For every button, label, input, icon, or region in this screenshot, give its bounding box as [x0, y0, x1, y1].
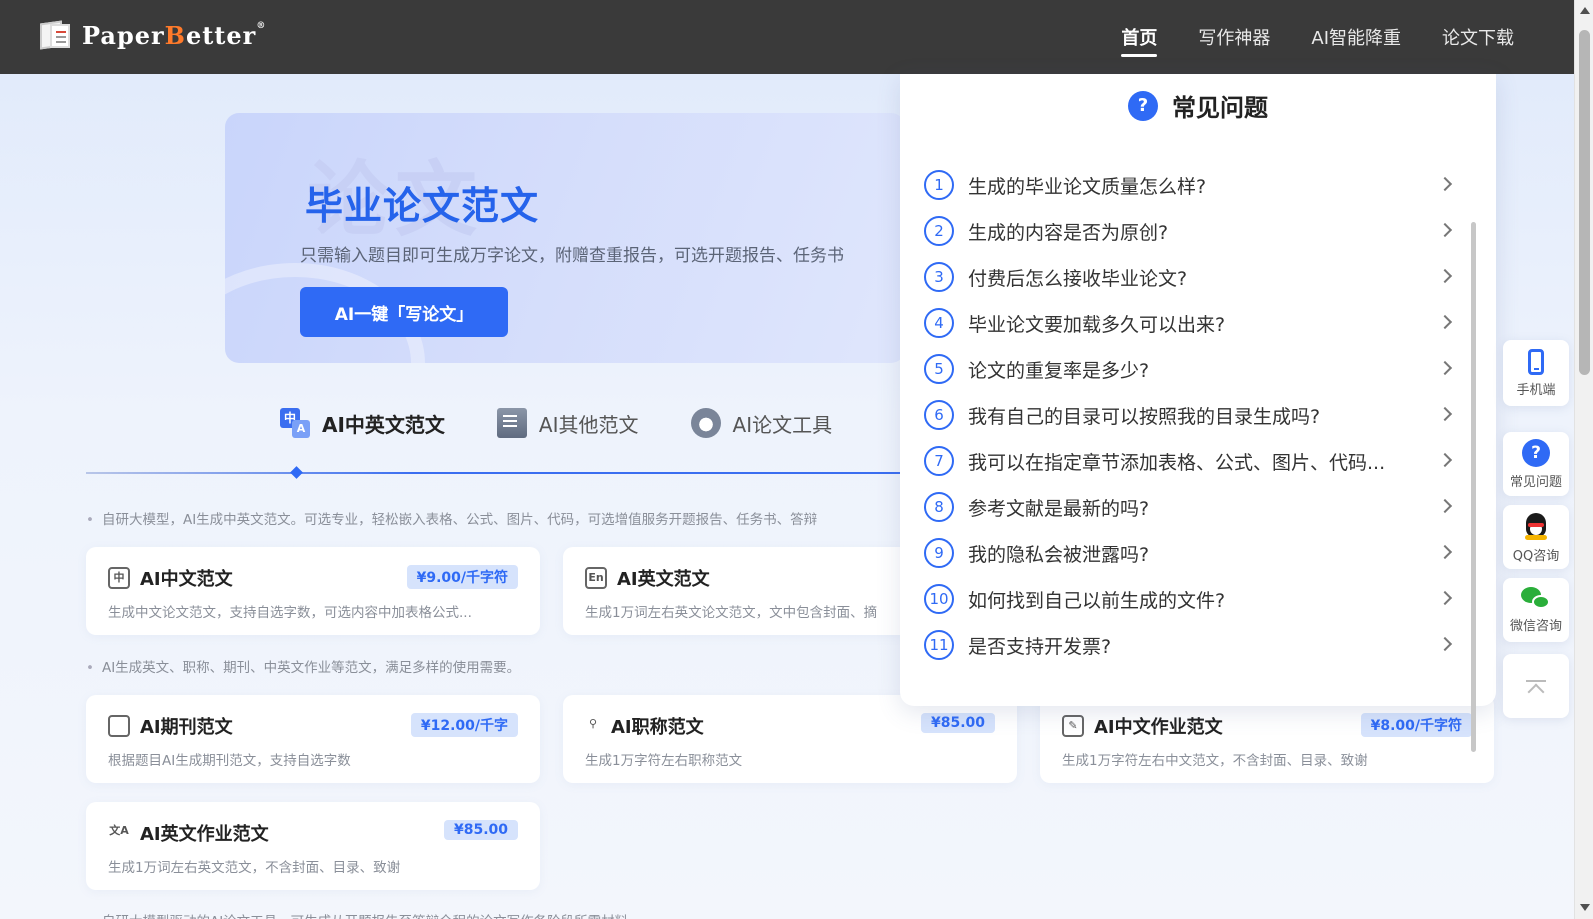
side-mobile[interactable]: 手机端 [1503, 340, 1569, 406]
faq-item[interactable]: 11 是否支持开发票? [924, 622, 1454, 668]
write-paper-button[interactable]: AI一键「写论文」 [300, 287, 508, 337]
back-to-top-button[interactable] [1503, 654, 1569, 718]
main-nav: 首页 写作神器 AI智能降重 论文下载 [1080, 0, 1514, 74]
faq-item[interactable]: 10 如何找到自己以前生成的文件? [924, 576, 1454, 622]
faq-scrollbar[interactable] [1471, 222, 1476, 752]
faq-panel: ? 常见问题 1 生成的毕业论文质量怎么样? 2 生成的内容是否为原创? 3 付费后怎… [900, 74, 1496, 752]
journal-icon [108, 715, 130, 737]
section-note-3: 自研大模型驱动的AI论文工具，可生成从开题报告至答辩全程的论文写作各阶段所需材料… [86, 910, 642, 919]
price-badge: ¥85.00 [443, 820, 518, 840]
tab-other-papers[interactable]: AI其他范文 [496, 408, 639, 438]
chevron-right-icon [1437, 498, 1453, 514]
card-desc: 生成1万字符左右职称范文 [585, 753, 743, 769]
card-title: AI期刊范文 [140, 717, 233, 738]
faq-item[interactable]: 4 毕业论文要加载多久可以出来? [924, 300, 1454, 346]
side-wechat[interactable]: 微信咨询 [1503, 578, 1569, 642]
card-en-paper[interactable]: En AI英文范文 生成1万词左右英文论文范文，文中包含封面、摘 [563, 547, 903, 635]
zh-char-icon: 中 [108, 567, 130, 589]
gear-icon [690, 408, 721, 438]
faq-title: 常见问题 [1172, 94, 1268, 122]
tab-active-indicator [290, 466, 303, 479]
scroll-down-icon[interactable] [1580, 904, 1590, 911]
category-tabs: 中A AI中英文范文 AI其他范文 AI论文工具 [280, 408, 884, 438]
zh-en-icon: 中A [280, 408, 310, 438]
chevron-right-icon [1437, 452, 1453, 468]
brand-logo[interactable]: PaperBetter® [38, 18, 266, 52]
nav-ai-rewrite[interactable]: AI智能降重 [1311, 0, 1401, 74]
faq-item[interactable]: 9 我的隐私会被泄露吗? [924, 530, 1454, 576]
question-icon: ? [1128, 90, 1158, 121]
wechat-icon [1521, 586, 1551, 611]
faq-item[interactable]: 5 论文的重复率是多少? [924, 346, 1454, 392]
price-badge: ¥9.00/千字符 [406, 565, 518, 589]
qq-penguin-icon [1523, 511, 1549, 541]
card-en-homework[interactable]: 文A AI英文作业范文 ¥85.00 生成1万词左右英文范文，不含封面、目录、致谢 [86, 802, 540, 890]
nav-writing-tools[interactable]: 写作神器 [1198, 0, 1270, 74]
translate-icon: 文A [109, 824, 129, 837]
card-title: AI职称范文 [611, 717, 704, 738]
phone-icon [1528, 348, 1544, 375]
tab-underline-track [86, 472, 906, 474]
chevron-right-icon [1437, 222, 1453, 238]
chevron-right-icon [1437, 360, 1453, 376]
tab-label: AI中英文范文 [322, 412, 445, 437]
hero-banner: 论文 毕业论文范文 只需输入题目即可生成万字论文，附赠查重报告，可选开题报告、任… [225, 113, 905, 363]
card-title: AI英文范文 [617, 569, 710, 590]
tab-zh-en-papers[interactable]: 中A AI中英文范文 [280, 408, 445, 438]
chevron-right-icon [1437, 176, 1453, 192]
logo-book-icon [38, 18, 74, 52]
page-scrollbar[interactable] [1574, 0, 1593, 919]
card-desc: 生成1万字符左右中文范文，不含封面、目录、致谢 [1062, 753, 1368, 769]
scroll-up-icon[interactable] [1580, 7, 1590, 14]
faq-item[interactable]: 6 我有自己的目录可以按照我的目录生成吗? [924, 392, 1454, 438]
faq-item[interactable]: 7 我可以在指定章节添加表格、公式、图片、代码... [924, 438, 1454, 484]
chevron-right-icon [1437, 590, 1453, 606]
arrow-up-icon [1526, 680, 1546, 692]
section-note-1: 自研大模型，AI生成中英文范文。可选专业，轻松嵌入表格、公式、图片、代码，可选增… [86, 508, 817, 528]
card-desc: 根据题目AI生成期刊范文，支持自选字数 [108, 753, 351, 769]
section-note-2: AI生成英文、职称、期刊、中英文作业等范文，满足多样的使用需要。 [86, 656, 520, 676]
card-title: AI中文范文 [140, 569, 233, 590]
book-icon [496, 408, 527, 438]
banner-subtitle: 只需输入题目即可生成万字论文，附赠查重报告，可选开题报告、任务书 [300, 246, 844, 266]
help-icon: ? [1522, 438, 1550, 467]
tie-icon: ⚲ [588, 717, 598, 730]
side-qq[interactable]: QQ咨询 [1503, 505, 1569, 569]
card-desc: 生成中文论文范文，支持自选字数，可选内容中加表格公式... [108, 605, 472, 621]
banner-title: 毕业论文范文 [305, 184, 540, 228]
card-journal-paper[interactable]: AI期刊范文 ¥12.00/千字 根据题目AI生成期刊范文，支持自选字数 [86, 695, 540, 783]
tab-label: AI论文工具 [732, 412, 833, 437]
price-badge: ¥12.00/千字 [410, 713, 518, 737]
chevron-right-icon [1437, 314, 1453, 330]
tab-paper-tools[interactable]: AI论文工具 [690, 408, 833, 438]
chevron-right-icon [1437, 406, 1453, 422]
nav-paper-download[interactable]: 论文下载 [1442, 0, 1514, 74]
faq-item[interactable]: 1 生成的毕业论文质量怎么样? [924, 162, 1454, 208]
card-zh-paper[interactable]: 中 AI中文范文 ¥9.00/千字符 生成中文论文范文，支持自选字数，可选内容中加… [86, 547, 540, 635]
faq-item[interactable]: 3 付费后怎么接收毕业论文? [924, 254, 1454, 300]
tab-label: AI其他范文 [538, 412, 639, 437]
faq-list[interactable]: 1 生成的毕业论文质量怎么样? 2 生成的内容是否为原创? 3 付费后怎么接收毕业论文… [924, 162, 1454, 750]
card-title: AI英文作业范文 [140, 824, 269, 845]
chevron-right-icon [1437, 636, 1453, 652]
faq-header: ? 常见问题 [900, 88, 1496, 123]
en-char-icon: En [585, 567, 607, 589]
nav-home[interactable]: 首页 [1121, 0, 1158, 74]
top-navbar: PaperBetter® 首页 写作神器 AI智能降重 论文下载 [0, 0, 1574, 74]
side-faq[interactable]: ? 常见问题 [1503, 432, 1569, 496]
scroll-thumb[interactable] [1579, 30, 1590, 375]
logo-wordmark: PaperBetter® [82, 20, 267, 50]
card-desc: 生成1万词左右英文范文，不含封面、目录、致谢 [108, 860, 401, 876]
faq-item[interactable]: 8 参考文献是最新的吗? [924, 484, 1454, 530]
faq-item[interactable]: 2 生成的内容是否为原创? [924, 208, 1454, 254]
chevron-right-icon [1437, 544, 1453, 560]
card-desc: 生成1万词左右英文论文范文，文中包含封面、摘 [585, 605, 878, 621]
chevron-right-icon [1437, 268, 1453, 284]
